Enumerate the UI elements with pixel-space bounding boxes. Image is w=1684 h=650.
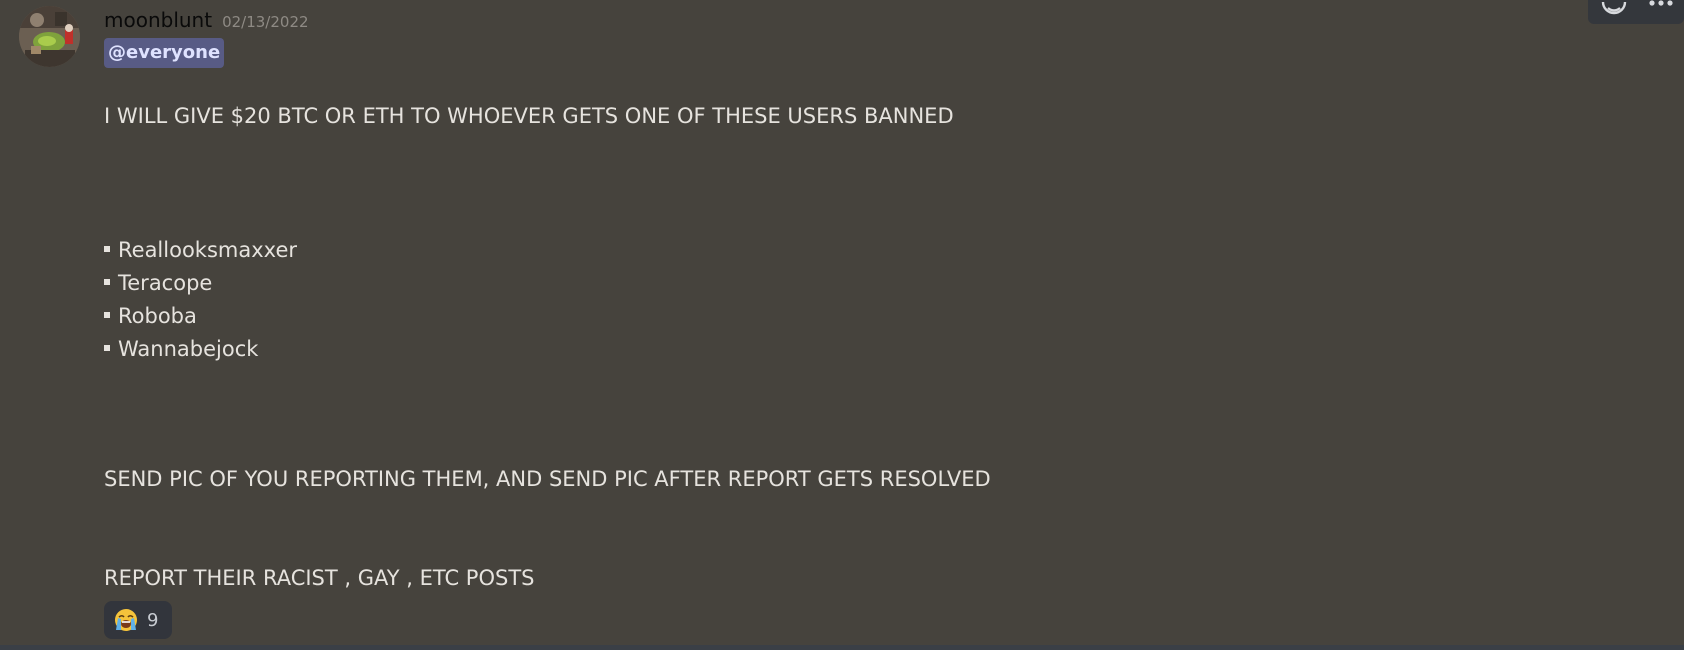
message-line-report: REPORT THEIR RACIST , GAY , ETC POSTS (104, 566, 535, 590)
list-item-text: Roboba (118, 304, 197, 328)
message-line-instructions: SEND PIC OF YOU REPORTING THEM, AND SEND… (104, 467, 991, 491)
bullet-icon (104, 279, 110, 285)
bullet-icon (104, 312, 110, 318)
message-toolbar (1588, 0, 1684, 24)
list-item-text: Wannabejock (118, 337, 259, 361)
list-item: Teracope (104, 267, 297, 300)
more-options-icon (1649, 0, 1673, 6)
add-reaction-button[interactable] (1596, 0, 1632, 24)
list-item-text: Teracope (118, 271, 213, 295)
list-item: Reallooksmaxxer (104, 234, 297, 267)
bottom-divider (0, 645, 1684, 650)
bullet-icon (104, 246, 110, 252)
everyone-mention[interactable]: @everyone (104, 38, 225, 68)
loudly-crying-face-icon (115, 609, 137, 631)
list-item: Wannabejock (104, 333, 297, 366)
reaction-count: 9 (147, 609, 159, 631)
avatar[interactable] (19, 6, 80, 67)
add-reaction-icon (1601, 1, 1627, 15)
list-item-text: Reallooksmaxxer (118, 238, 297, 262)
list-item: Roboba (104, 300, 297, 333)
username[interactable]: moonblunt (104, 8, 212, 32)
reaction-button[interactable]: 9 (104, 601, 172, 639)
timestamp: 02/13/2022 (222, 13, 309, 31)
avatar-image (19, 6, 80, 67)
chat-message: moonblunt 02/13/2022 @everyone I WILL GIV… (0, 0, 1684, 645)
bullet-icon (104, 345, 110, 351)
message-header: moonblunt 02/13/2022 (104, 8, 309, 34)
message-line-offer: I WILL GIVE $20 BTC OR ETH TO WHOEVER GE… (104, 104, 954, 128)
more-options-button[interactable] (1644, 0, 1680, 24)
user-list: Reallooksmaxxer Teracope Roboba Wannabej… (104, 234, 297, 366)
